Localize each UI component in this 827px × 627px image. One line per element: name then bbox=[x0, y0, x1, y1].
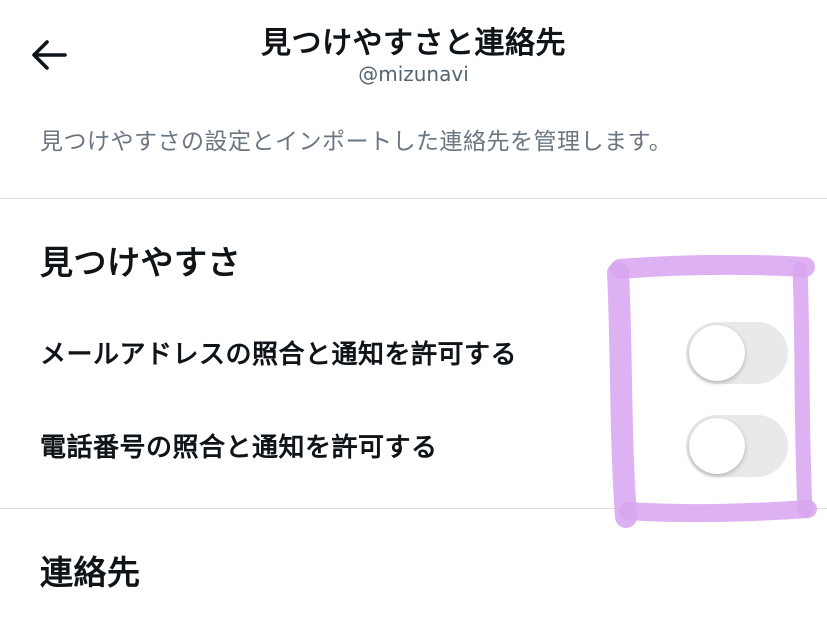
divider bbox=[0, 198, 827, 199]
setting-label-email: メールアドレスの照合と通知を許可する bbox=[40, 340, 518, 370]
page-title: 見つけやすさと連絡先 bbox=[261, 26, 566, 61]
toggle-knob bbox=[689, 418, 745, 474]
toggle-knob bbox=[689, 325, 745, 381]
phone-matching-toggle[interactable] bbox=[686, 415, 788, 477]
setting-row-email[interactable]: メールアドレスの照合と通知を許可する bbox=[0, 312, 827, 392]
email-matching-toggle[interactable] bbox=[686, 322, 788, 384]
username: @mizunavi bbox=[358, 62, 469, 86]
page-description: 見つけやすさの設定とインポートした連絡先を管理します。 bbox=[40, 129, 673, 155]
header: 見つけやすさと連絡先 @mizunavi bbox=[0, 0, 827, 110]
setting-row-phone[interactable]: 電話番号の照合と通知を許可する bbox=[0, 405, 827, 485]
setting-label-phone: 電話番号の照合と通知を許可する bbox=[40, 433, 438, 463]
highlight-annotation bbox=[607, 255, 817, 528]
divider bbox=[0, 508, 827, 509]
section-title-discoverability: 見つけやすさ bbox=[40, 243, 241, 282]
section-title-contacts: 連絡先 bbox=[40, 553, 141, 592]
